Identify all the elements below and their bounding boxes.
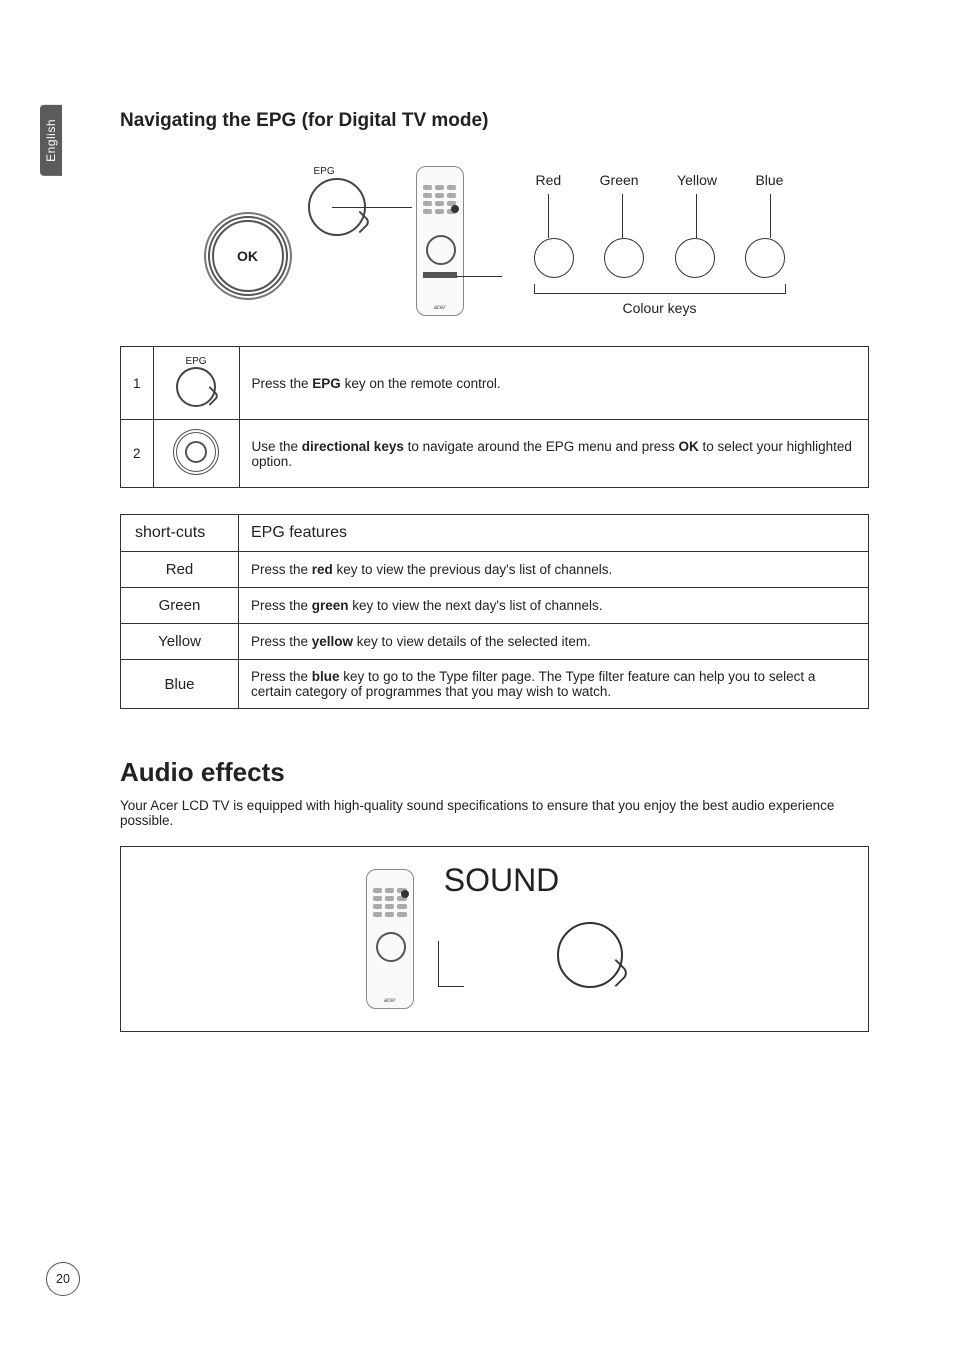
sound-label: SOUND: [444, 862, 560, 899]
text: key to view details of the selected item…: [353, 634, 591, 649]
text: Press the: [252, 376, 313, 391]
table-row: 2 Use the directional keys to navigate a…: [121, 420, 869, 488]
shortcut-label: Green: [121, 588, 239, 624]
text: key to view the previous day's list of c…: [333, 562, 612, 577]
callout-line: [438, 941, 464, 987]
colour-key-red-label: Red: [536, 172, 562, 188]
remote-brand: acer: [367, 998, 413, 1004]
audio-heading: Audio effects: [120, 757, 869, 788]
colour-key-blue-label: Blue: [755, 172, 783, 188]
text: key on the remote control.: [341, 376, 501, 391]
text-bold: directional keys: [302, 439, 404, 454]
shortcuts-header-left: short-cuts: [121, 515, 239, 552]
step-number: 1: [121, 347, 154, 420]
steps-table: 1 EPG Press the EPG key on the remote co…: [120, 346, 869, 488]
text-bold: red: [312, 562, 333, 577]
colour-key-circle-icon: [675, 238, 715, 278]
text-bold: yellow: [312, 634, 353, 649]
shortcut-label: Blue: [121, 660, 239, 709]
colour-key-yellow-label: Yellow: [677, 172, 717, 188]
table-row: Blue Press the blue key to go to the Typ…: [121, 660, 869, 709]
remote-icon: acer: [366, 869, 414, 1009]
remote-brand: acer: [417, 305, 463, 311]
text-bold: green: [312, 598, 349, 613]
text: Press the: [251, 562, 312, 577]
callout-line: [456, 276, 502, 277]
remote-navpad-icon: [376, 932, 406, 962]
epg-small-label: EPG: [314, 166, 335, 177]
press-gesture-icon: [176, 367, 216, 407]
step-icon-cell: EPG: [153, 347, 239, 420]
colour-keys-diagram: Red Green Yellow Blue Colour keys: [530, 166, 790, 316]
colour-key-circle-icon: [604, 238, 644, 278]
text: key to view the next day's list of chann…: [349, 598, 603, 613]
remote-colour-bar-icon: [423, 272, 457, 278]
step-number: 2: [121, 420, 154, 488]
sound-callout: SOUND: [444, 890, 560, 987]
shortcut-description: Press the red key to view the previous d…: [239, 552, 869, 588]
colour-keys-caption: Colour keys: [530, 300, 790, 316]
language-tab: English: [40, 105, 62, 176]
sound-diagram-box: acer SOUND: [120, 846, 869, 1032]
colour-key-green-label: Green: [600, 172, 639, 188]
audio-body: Your Acer LCD TV is equipped with high-q…: [120, 798, 869, 828]
navpad-icon: [173, 429, 219, 475]
text: Press the: [251, 598, 312, 613]
colour-key-circle-icon: [745, 238, 785, 278]
table-row: Green Press the green key to view the ne…: [121, 588, 869, 624]
epg-icon-label: EPG: [166, 356, 227, 367]
text-bold: EPG: [312, 376, 341, 391]
ok-button-diagram: EPG OK: [200, 166, 350, 316]
table-row: 1 EPG Press the EPG key on the remote co…: [121, 347, 869, 420]
table-header-row: short-cuts EPG features: [121, 515, 869, 552]
text: Press the: [251, 634, 312, 649]
text: Use the: [252, 439, 302, 454]
step-description: Use the directional keys to navigate aro…: [239, 420, 868, 488]
remote-navpad-icon: [426, 235, 456, 265]
page-number: 20: [46, 1262, 80, 1296]
shortcut-description: Press the yellow key to view details of …: [239, 624, 869, 660]
shortcuts-header-right: EPG features: [239, 515, 869, 552]
shortcut-label: Red: [121, 552, 239, 588]
table-row: Yellow Press the yellow key to view deta…: [121, 624, 869, 660]
table-row: Red Press the red key to view the previo…: [121, 552, 869, 588]
remote-epg-dot-icon: [451, 205, 459, 213]
shortcut-description: Press the green key to view the next day…: [239, 588, 869, 624]
remote-sound-dot-icon: [401, 890, 409, 898]
colour-key-circle-icon: [534, 238, 574, 278]
text-bold: blue: [312, 669, 340, 684]
bracket-icon: [534, 284, 786, 294]
ok-ring-icon: OK: [208, 216, 288, 296]
callout-line: [332, 207, 412, 208]
text: to navigate around the EPG menu and pres…: [404, 439, 679, 454]
page-content: Navigating the EPG (for Digital TV mode)…: [0, 0, 954, 1032]
shortcut-description: Press the blue key to go to the Type fil…: [239, 660, 869, 709]
shortcut-label: Yellow: [121, 624, 239, 660]
step-description: Press the EPG key on the remote control.: [239, 347, 868, 420]
section-title: Navigating the EPG (for Digital TV mode): [120, 110, 869, 132]
step-icon-cell: [153, 420, 239, 488]
remote-icon: acer: [416, 166, 464, 316]
shortcuts-table: short-cuts EPG features Red Press the re…: [120, 514, 869, 709]
text: Press the: [251, 669, 312, 684]
epg-diagram: EPG OK acer Red Green Yellow Blue: [120, 166, 869, 316]
press-gesture-icon: [557, 922, 623, 988]
text-bold: OK: [679, 439, 699, 454]
remote-diagram: acer: [390, 166, 490, 316]
